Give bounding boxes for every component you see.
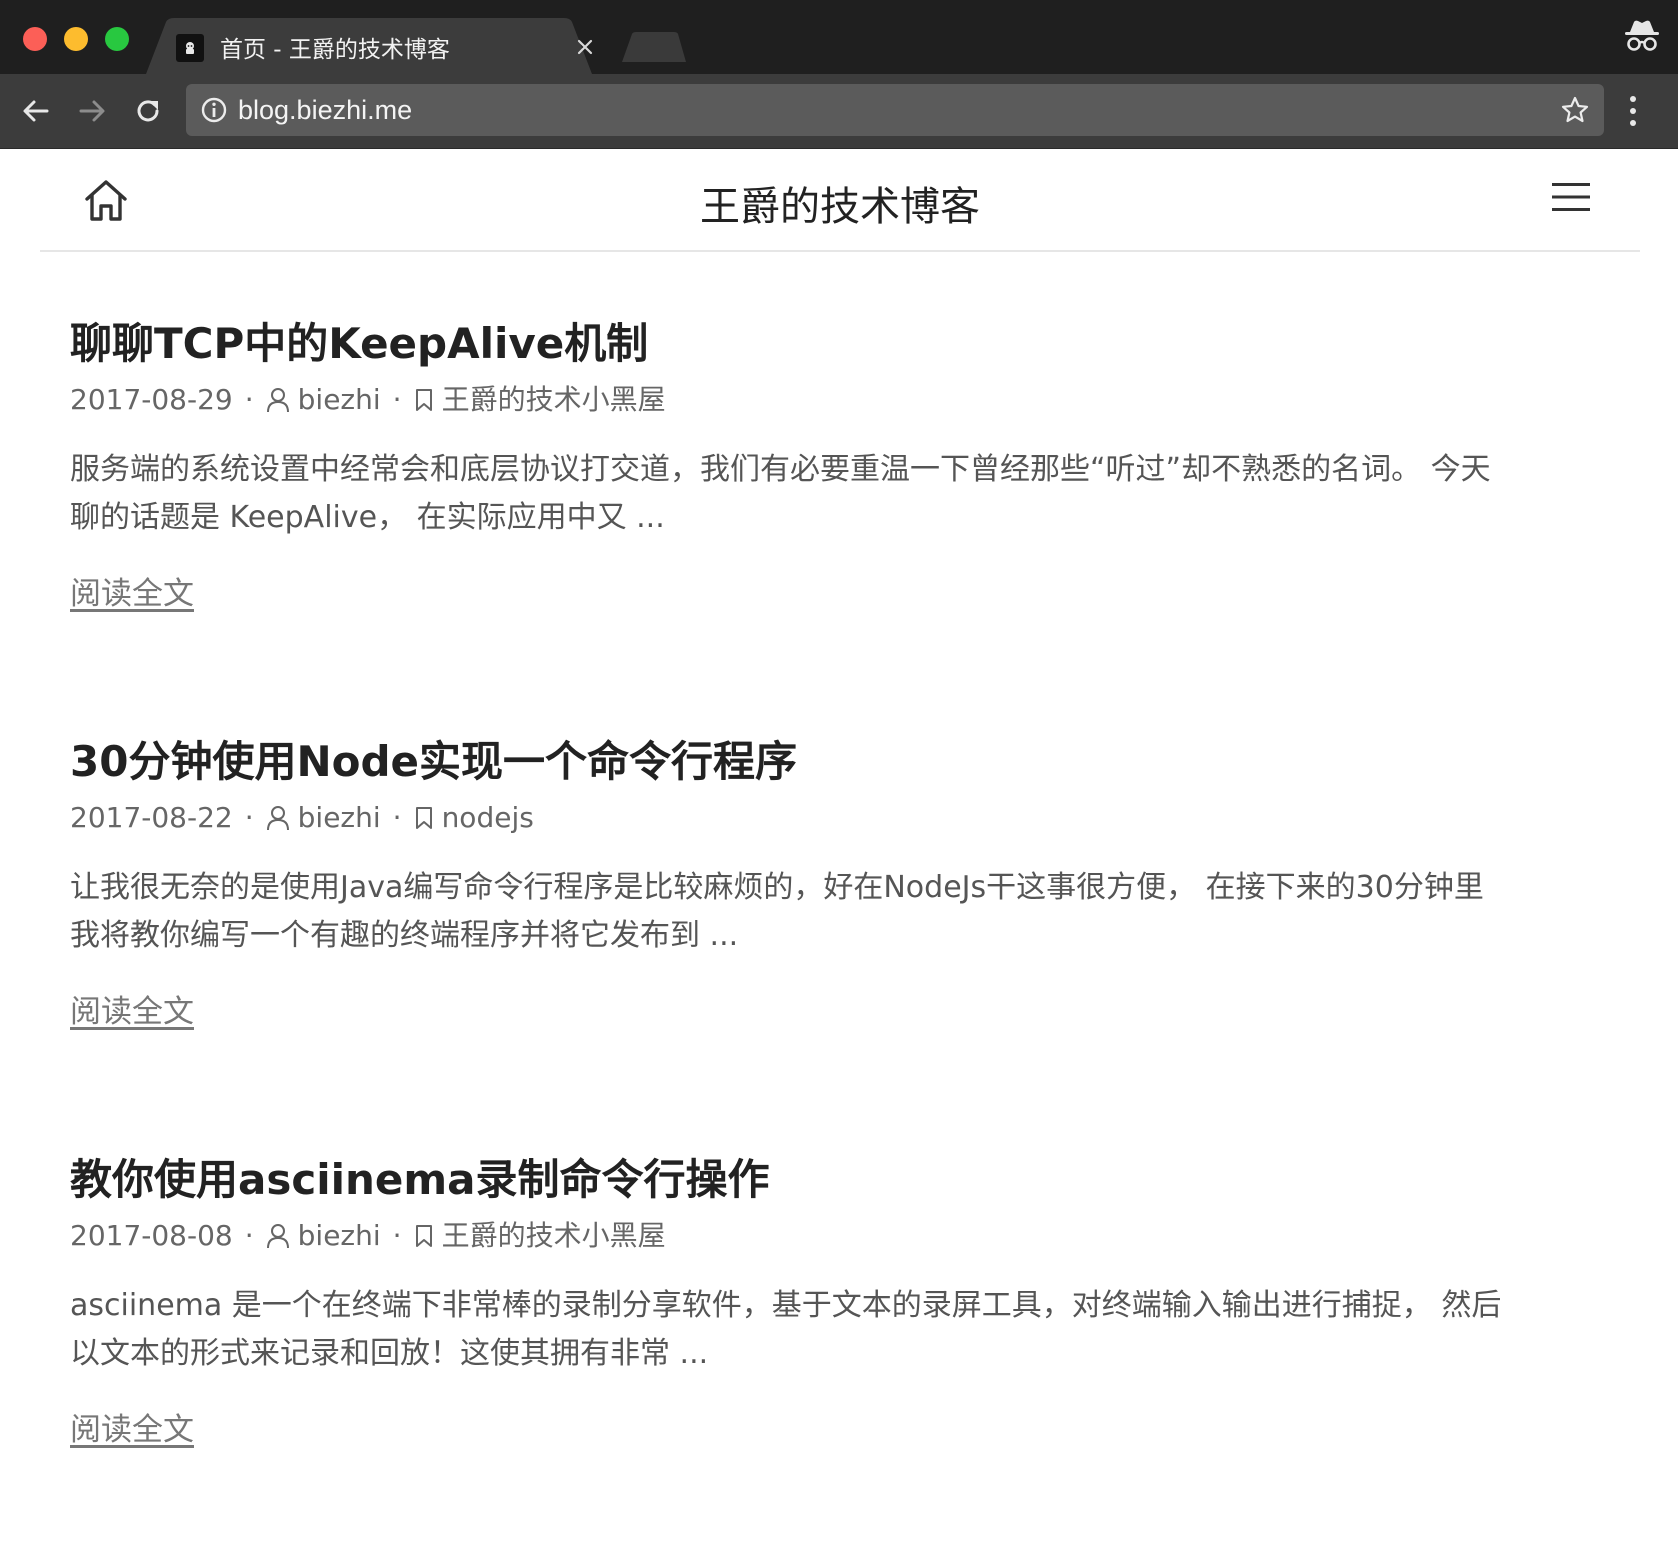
post-item: 聊聊TCP中的KeepAlive机制 2017-08-29 · biezhi ·… bbox=[70, 316, 1590, 614]
post-excerpt-line: 我将教你编写一个有趣的终端程序并将它发布到 ... bbox=[70, 918, 739, 953]
post-meta: 2017-08-29 · biezhi · 王爵的技术小黑屋 bbox=[70, 382, 1590, 418]
post-category[interactable]: 王爵的技术小黑屋 bbox=[442, 1218, 666, 1254]
favicon-icon bbox=[176, 34, 204, 62]
browser-tab-active[interactable]: 首页 - 王爵的技术博客 bbox=[146, 18, 628, 74]
post-title[interactable]: 30分钟使用Node实现一个命令行程序 bbox=[70, 734, 1590, 790]
post-title[interactable]: 聊聊TCP中的KeepAlive机制 bbox=[70, 316, 1590, 372]
user-icon bbox=[266, 1224, 289, 1249]
bookmark-icon bbox=[415, 389, 432, 411]
minimize-window-button[interactable] bbox=[64, 27, 88, 51]
meta-separator: · bbox=[244, 1219, 254, 1252]
post-excerpt: 让我很无奈的是使用Java编写命令行程序是比较麻烦的，好在NodeJs干这事很方… bbox=[70, 864, 1590, 960]
post-excerpt-line: 服务端的系统设置中经常会和底层协议打交道，我们有必要重温一下曾经那些“听过”却不… bbox=[70, 452, 1491, 487]
post-excerpt-line: 以文本的形式来记录和回放！这使其拥有非常 ... bbox=[70, 1336, 709, 1371]
close-window-button[interactable] bbox=[23, 27, 47, 51]
browser-toolbar: blog.biezhi.me bbox=[0, 74, 1678, 149]
post-author[interactable]: biezhi bbox=[298, 800, 381, 836]
post-category[interactable]: nodejs bbox=[442, 800, 534, 836]
bookmark-icon bbox=[415, 1225, 432, 1247]
post-meta: 2017-08-22 · biezhi · nodejs bbox=[70, 800, 1590, 836]
meta-separator: · bbox=[244, 801, 254, 834]
read-more-link[interactable]: 阅读全文 bbox=[70, 1410, 194, 1450]
bookmark-star-icon[interactable] bbox=[1560, 95, 1590, 125]
reload-icon[interactable] bbox=[130, 93, 166, 129]
url-text: blog.biezhi.me bbox=[238, 95, 413, 125]
post-excerpt-line: asciinema 是一个在终端下非常棒的录制分享软件，基于文本的录屏工具，对终… bbox=[70, 1288, 1502, 1323]
post-excerpt-line: 聊的话题是 KeepAlive， 在实际应用中又 ... bbox=[70, 500, 665, 535]
back-arrow-icon[interactable] bbox=[18, 93, 54, 129]
read-more-link[interactable]: 阅读全文 bbox=[70, 574, 194, 614]
tab-title: 首页 - 王爵的技术博客 bbox=[220, 37, 450, 63]
post-meta: 2017-08-08 · biezhi · 王爵的技术小黑屋 bbox=[70, 1218, 1590, 1254]
meta-separator: · bbox=[392, 801, 402, 834]
post-category[interactable]: 王爵的技术小黑屋 bbox=[442, 382, 666, 418]
post-item: 教你使用asciinema录制命令行操作 2017-08-08 · biezhi… bbox=[70, 1152, 1590, 1450]
post-date: 2017-08-22 bbox=[70, 801, 233, 834]
site-header: 王爵的技术博客 bbox=[40, 148, 1640, 252]
bookmark-icon bbox=[415, 807, 432, 829]
new-tab-button[interactable] bbox=[622, 32, 686, 62]
close-tab-icon[interactable] bbox=[572, 34, 598, 60]
user-icon bbox=[266, 388, 289, 413]
post-excerpt-line: 让我很无奈的是使用Java编写命令行程序是比较麻烦的，好在NodeJs干这事很方… bbox=[70, 870, 1484, 905]
read-more-link[interactable]: 阅读全文 bbox=[70, 992, 194, 1032]
post-title[interactable]: 教你使用asciinema录制命令行操作 bbox=[70, 1152, 1590, 1208]
user-icon bbox=[266, 806, 289, 831]
post-excerpt: 服务端的系统设置中经常会和底层协议打交道，我们有必要重温一下曾经那些“听过”却不… bbox=[70, 446, 1590, 542]
post-author[interactable]: biezhi bbox=[298, 1218, 381, 1254]
address-bar[interactable]: blog.biezhi.me bbox=[186, 84, 1604, 136]
forward-arrow-icon[interactable] bbox=[74, 93, 110, 129]
site-info-icon[interactable] bbox=[200, 96, 228, 124]
post-excerpt: asciinema 是一个在终端下非常棒的录制分享软件，基于文本的录屏工具，对终… bbox=[70, 1282, 1590, 1378]
browser-titlebar: 首页 - 王爵的技术博客 bbox=[0, 0, 1678, 74]
post-author[interactable]: biezhi bbox=[298, 382, 381, 418]
zoom-window-button[interactable] bbox=[105, 27, 129, 51]
hamburger-menu-icon[interactable] bbox=[1552, 182, 1590, 212]
browser-menu-icon[interactable] bbox=[1628, 94, 1638, 128]
post-date: 2017-08-08 bbox=[70, 1219, 233, 1252]
site-title[interactable]: 王爵的技术博客 bbox=[40, 174, 1640, 232]
meta-separator: · bbox=[392, 1219, 402, 1252]
meta-separator: · bbox=[392, 383, 402, 416]
meta-separator: · bbox=[244, 383, 254, 416]
post-date: 2017-08-29 bbox=[70, 383, 233, 416]
incognito-icon[interactable] bbox=[1622, 18, 1662, 54]
post-item: 30分钟使用Node实现一个命令行程序 2017-08-22 · biezhi … bbox=[70, 734, 1590, 1032]
